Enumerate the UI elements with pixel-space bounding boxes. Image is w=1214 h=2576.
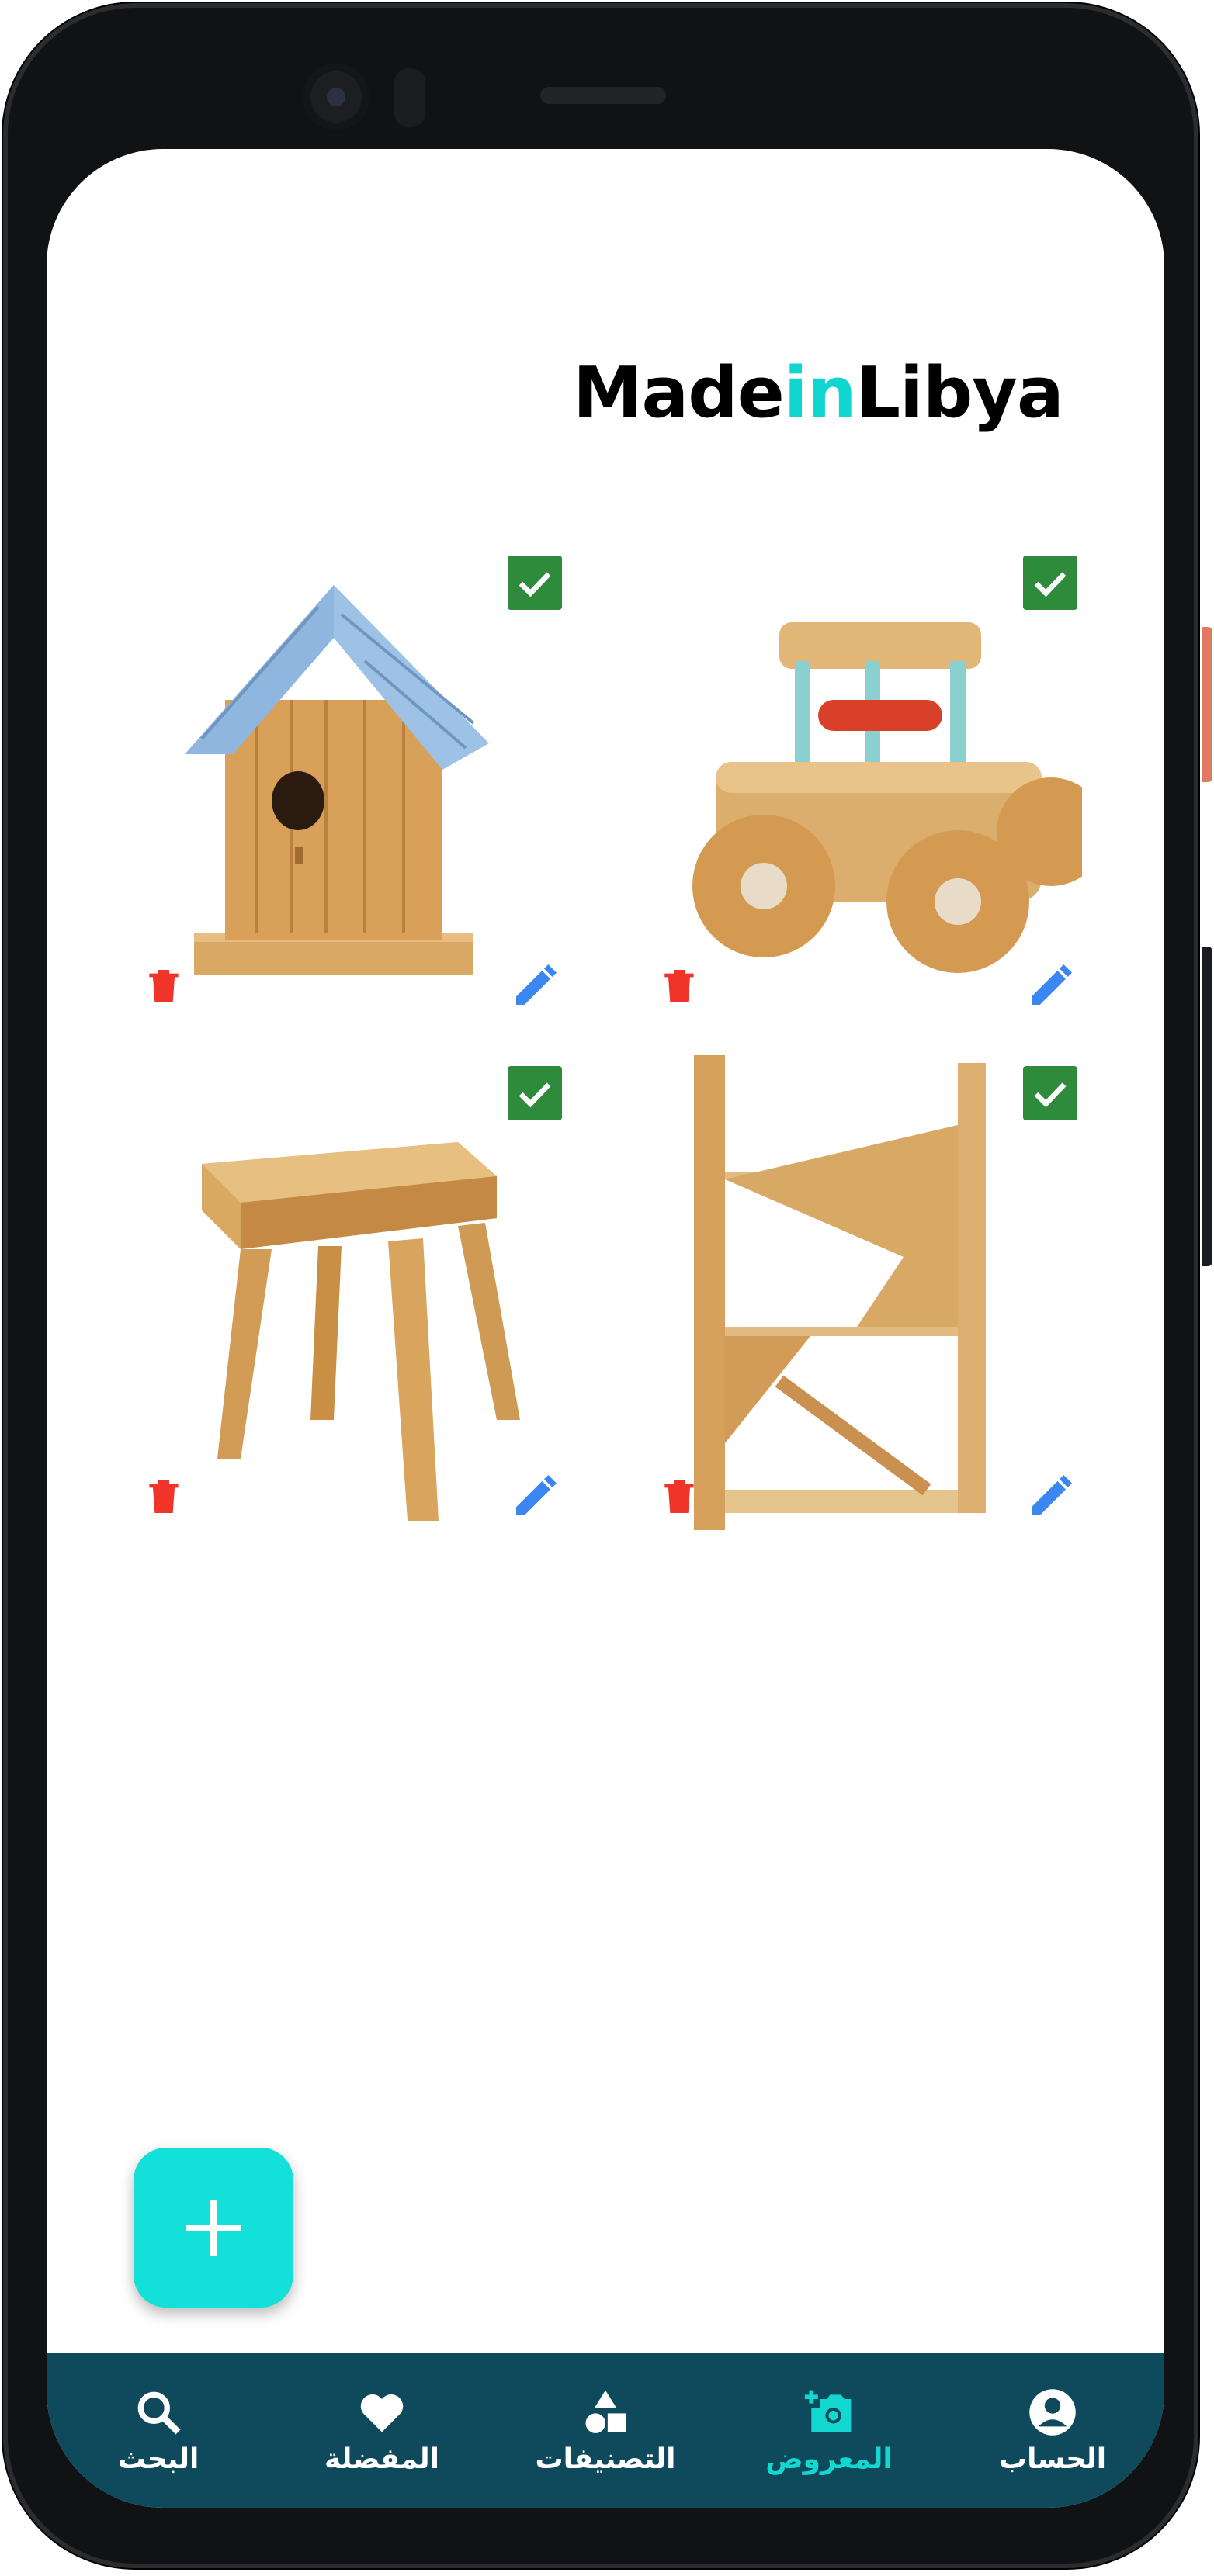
trash-icon — [664, 1480, 694, 1513]
delete-button[interactable] — [652, 959, 706, 1013]
earpiece-speaker — [540, 87, 666, 104]
plus-icon — [186, 2200, 241, 2256]
volume-button — [1202, 947, 1212, 1266]
trash-icon — [149, 970, 179, 1002]
stool-image — [202, 1142, 520, 1521]
edit-button[interactable] — [508, 1470, 562, 1524]
power-button — [1202, 627, 1212, 782]
approve-checkbox[interactable] — [508, 556, 562, 610]
pencil-icon — [1032, 964, 1072, 1005]
nav-label-search: البحث — [117, 2443, 199, 2475]
proximity-sensor — [394, 68, 425, 127]
nav-label-account: الحساب — [998, 2443, 1107, 2475]
product-card-toy-car[interactable] — [647, 545, 1082, 1020]
approve-checkbox[interactable] — [1023, 1066, 1077, 1120]
nav-item-categories[interactable]: التصنيفات — [494, 2353, 717, 2508]
logo-in: in — [783, 352, 857, 434]
account-icon — [1029, 2388, 1076, 2436]
logo-made: Made — [573, 352, 785, 434]
nav-item-favorites[interactable]: المفضلة — [270, 2353, 494, 2508]
nav-item-search[interactable]: البحث — [47, 2353, 270, 2508]
trash-icon — [664, 970, 694, 1002]
pencil-icon — [516, 1475, 557, 1515]
approve-checkbox[interactable] — [508, 1066, 562, 1120]
nav-label-categories: التصنيفات — [535, 2443, 676, 2475]
edit-button[interactable] — [1023, 959, 1077, 1013]
trash-icon — [149, 1480, 179, 1513]
toy-car-image — [692, 622, 1082, 973]
search-icon — [137, 2391, 181, 2435]
check-icon — [519, 1082, 551, 1108]
check-icon — [1034, 1082, 1067, 1108]
front-camera — [303, 64, 369, 130]
nav-label-favorites: المفضلة — [324, 2443, 439, 2475]
app-logo: MadeinLibya — [573, 352, 1064, 434]
product-card-stool[interactable] — [132, 1055, 567, 1530]
nav-item-account[interactable]: الحساب — [941, 2353, 1164, 2508]
category-icon — [585, 2390, 626, 2433]
nav-label-listings: المعروض — [765, 2443, 893, 2475]
shelf-image — [694, 1055, 986, 1530]
pencil-icon — [516, 964, 557, 1005]
delete-button[interactable] — [137, 959, 191, 1013]
product-card-birdhouse[interactable] — [132, 545, 567, 1020]
heart-icon — [360, 2394, 404, 2432]
add-product-button[interactable] — [134, 2148, 293, 2308]
delete-button[interactable] — [137, 1470, 191, 1524]
logo-libya: Libya — [855, 352, 1064, 434]
edit-button[interactable] — [1023, 1470, 1077, 1524]
pencil-icon — [1032, 1475, 1072, 1515]
check-icon — [1034, 572, 1067, 597]
app-screen: MadeinLibya البحث المفضلة التصنيفات المع… — [47, 149, 1164, 2508]
approve-checkbox[interactable] — [1023, 556, 1077, 610]
check-icon — [519, 572, 551, 597]
product-card-shelf[interactable] — [647, 1055, 1082, 1530]
bottom-navigation: البحث المفضلة التصنيفات المعروض الحساب — [47, 2353, 1164, 2508]
birdhouse-image — [185, 585, 489, 975]
add-photo-icon — [804, 2390, 852, 2432]
delete-button[interactable] — [652, 1470, 706, 1524]
edit-button[interactable] — [508, 959, 562, 1013]
nav-item-listings[interactable]: المعروض — [717, 2353, 941, 2508]
